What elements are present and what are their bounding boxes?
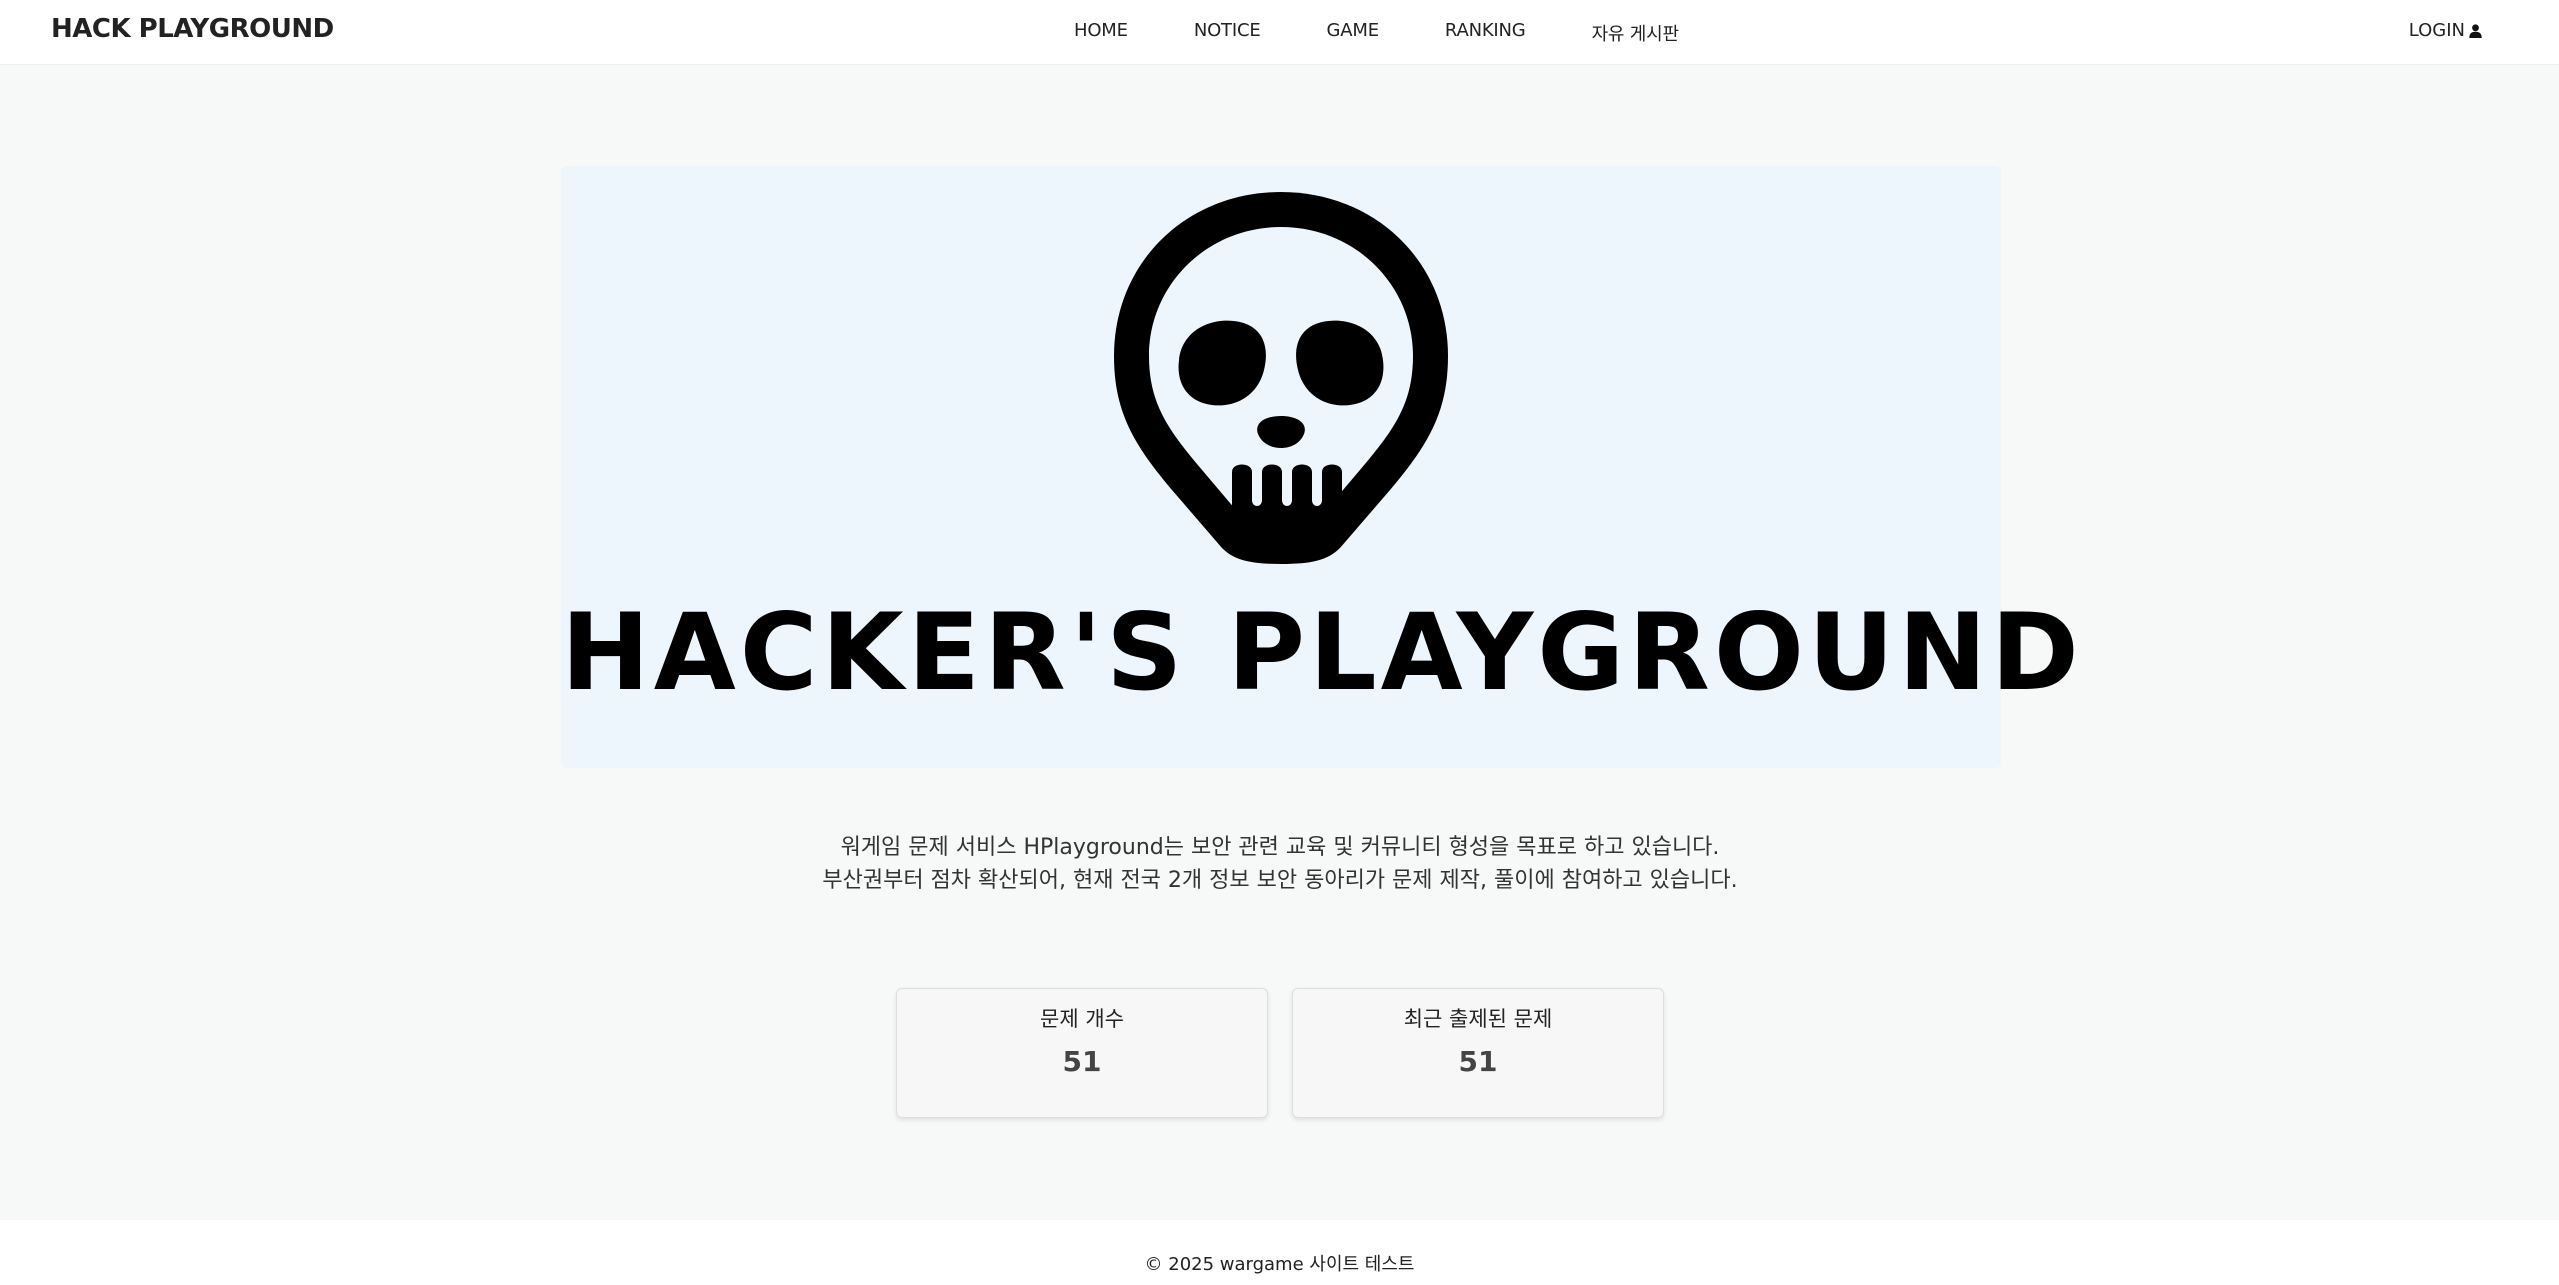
skull-icon	[1114, 192, 1448, 564]
nav-item-free-board[interactable]: 자유 게시판	[1592, 20, 1680, 46]
description-line-2: 부산권부터 점차 확산되어, 현재 전국 2개 정보 보안 동아리가 문제 제작…	[822, 868, 1738, 893]
site-description: 워게임 문제 서비스 HPlayground는 보안 관련 교육 및 커뮤니티 …	[820, 831, 1740, 897]
top-navbar: HACK PLAYGROUND HOME NOTICE GAME RANKING…	[0, 0, 2559, 64]
hero-logo-text: HACKER'S PLAYGROUND	[561, 591, 2083, 714]
stat-label: 문제 개수	[1040, 1007, 1124, 1031]
stat-card-problem-count: 문제 개수 51	[896, 988, 1268, 1118]
nav-item-notice[interactable]: NOTICE	[1194, 20, 1261, 46]
footer-copyright: © 2025 wargame 사이트 테스트	[1144, 1254, 1415, 1275]
nav-item-ranking[interactable]: RANKING	[1445, 20, 1526, 46]
stat-label: 최근 출제된 문제	[1403, 1007, 1553, 1031]
login-link[interactable]: LOGIN	[2409, 20, 2482, 41]
user-icon	[2469, 23, 2482, 38]
nav-item-game[interactable]: GAME	[1327, 20, 1380, 46]
page-footer: © 2025 wargame 사이트 테스트	[0, 1220, 2559, 1285]
description-line-1: 워게임 문제 서비스 HPlayground는 보안 관련 교육 및 커뮤니티 …	[840, 835, 1720, 860]
hero-banner: HACKER'S PLAYGROUND	[561, 166, 2083, 768]
main-nav: HOME NOTICE GAME RANKING 자유 게시판	[1074, 20, 1679, 46]
stat-value: 51	[1062, 1045, 1102, 1078]
nav-item-home[interactable]: HOME	[1074, 20, 1128, 46]
brand-logo-link[interactable]: HACK PLAYGROUND	[51, 14, 334, 44]
stat-card-recent-problem: 최근 출제된 문제 51	[1292, 988, 1664, 1118]
stat-value: 51	[1458, 1045, 1498, 1078]
login-label: LOGIN	[2408, 20, 2465, 41]
